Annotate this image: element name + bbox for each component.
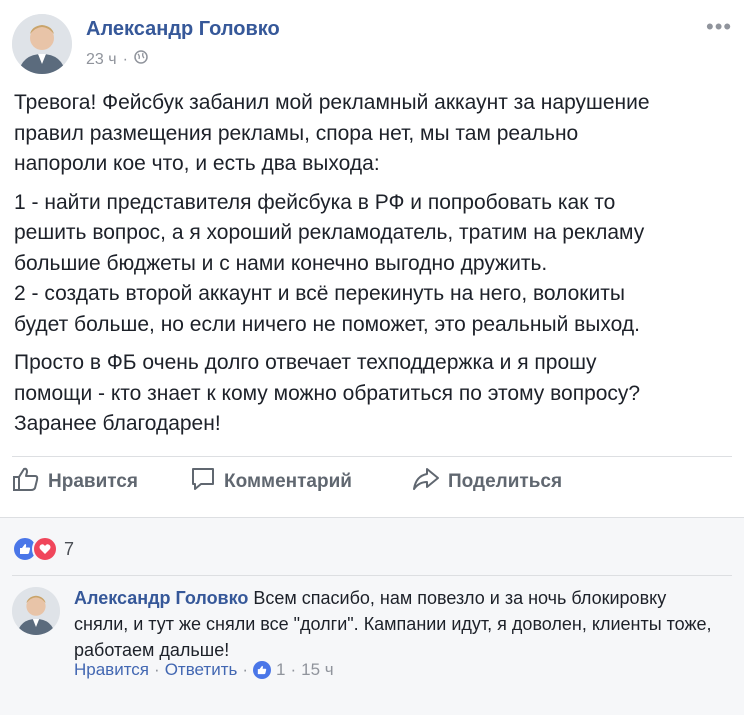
like-button[interactable]: Нравится bbox=[12, 466, 138, 498]
public-globe-icon[interactable] bbox=[134, 50, 148, 69]
speech-bubble-icon bbox=[190, 466, 216, 498]
post-body: Тревога! Фейсбук забанил мой рекламный а… bbox=[14, 88, 730, 448]
like-button-label: Нравится bbox=[48, 471, 138, 492]
post-card: Александр Головко 23 ч · ••• Тревога! Фе… bbox=[0, 0, 744, 517]
share-arrow-icon bbox=[412, 466, 440, 498]
share-button[interactable]: Поделиться bbox=[412, 466, 562, 498]
comment-sep-2: · bbox=[242, 660, 249, 679]
comment-author-avatar[interactable] bbox=[12, 587, 60, 635]
comment-author-name[interactable]: Александр Головко bbox=[74, 588, 248, 608]
meta-separator: · bbox=[122, 50, 128, 68]
comment-like-count: 1 bbox=[276, 660, 286, 679]
post-paragraph-2: 1 - найти представителя фейсбука в РФ и … bbox=[14, 190, 645, 336]
comment-time[interactable]: 15 ч bbox=[301, 660, 334, 680]
love-reaction-icon bbox=[32, 536, 58, 562]
actions-top-divider bbox=[12, 456, 732, 457]
comment-actions: Нравится · Ответить · 1 · 15 ч bbox=[74, 660, 334, 680]
post-meta: 23 ч · bbox=[86, 50, 148, 69]
comment-sep-3: · bbox=[290, 660, 297, 679]
reaction-count: 7 bbox=[64, 538, 75, 559]
comment-button[interactable]: Комментарий bbox=[190, 466, 352, 498]
thumbs-up-icon bbox=[12, 466, 40, 498]
comment-like-reaction-icon[interactable] bbox=[253, 661, 272, 679]
author-avatar[interactable] bbox=[12, 14, 72, 74]
post-paragraph-3: Просто в ФБ очень долго отвечает техподд… bbox=[14, 351, 641, 435]
comment-sep-1: · bbox=[154, 660, 160, 679]
post-paragraph-1: Тревога! Фейсбук забанил мой рекламный а… bbox=[14, 91, 650, 175]
comment-body: Александр Головко Всем спасибо, нам пове… bbox=[74, 585, 724, 663]
reactions-summary[interactable]: 7 bbox=[12, 536, 74, 562]
comment-reply-link[interactable]: Ответить bbox=[165, 660, 238, 680]
post-actions-bar: Нравится Комментарий Поделиться bbox=[0, 466, 744, 502]
share-button-label: Поделиться bbox=[448, 471, 563, 492]
post-time[interactable]: 23 ч bbox=[86, 51, 117, 69]
comments-divider bbox=[12, 575, 732, 576]
post-author-name[interactable]: Александр Головко bbox=[86, 18, 280, 41]
comment-button-label: Комментарий bbox=[224, 471, 352, 492]
more-dots-icon[interactable]: ••• bbox=[706, 14, 732, 40]
comment-like-link[interactable]: Нравится bbox=[74, 660, 149, 680]
